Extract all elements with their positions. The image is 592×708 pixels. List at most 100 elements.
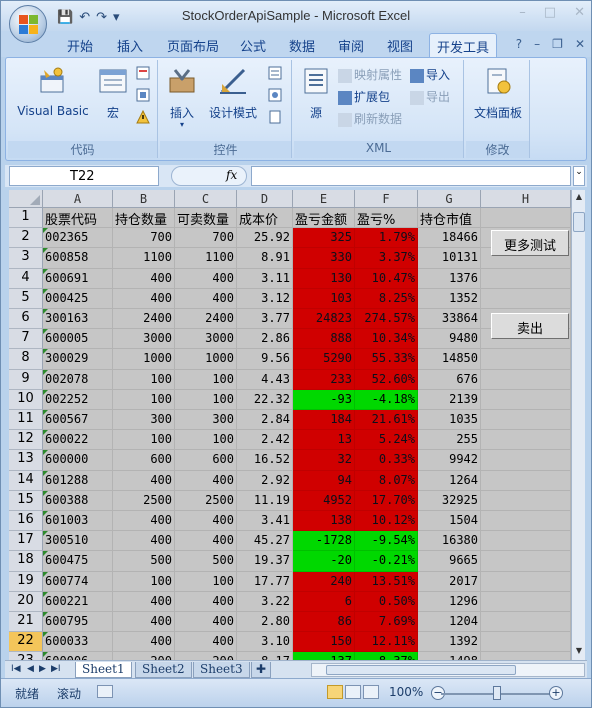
tab-insert[interactable]: 插入 <box>117 36 143 55</box>
table-cell[interactable]: 2139 <box>418 389 481 410</box>
table-cell[interactable]: 13 <box>293 430 355 451</box>
table-cell[interactable]: 150 <box>293 632 355 653</box>
table-cell[interactable]: 6 <box>293 591 355 612</box>
row-header[interactable]: 22 <box>9 632 43 653</box>
table-cell[interactable]: 9.56 <box>237 349 293 370</box>
row-header[interactable]: 11 <box>9 410 43 431</box>
table-cell[interactable]: -137 <box>293 652 355 660</box>
table-cell[interactable]: 18466 <box>418 228 481 249</box>
row-header[interactable]: 10 <box>9 389 43 410</box>
table-cell[interactable]: -8.37% <box>355 652 418 660</box>
table-cell[interactable]: -4.18% <box>355 389 418 410</box>
insert-sheet-icon[interactable]: ✚ <box>251 662 272 678</box>
table-cell[interactable]: 22.32 <box>237 389 293 410</box>
table-cell[interactable]: 600006 <box>43 652 113 660</box>
tab-view[interactable]: 视图 <box>387 36 413 55</box>
table-cell[interactable]: 3000 <box>113 329 175 350</box>
table-cell[interactable]: 16.52 <box>237 450 293 471</box>
header-cell[interactable]: 盈亏% <box>355 208 418 229</box>
table-cell[interactable]: 3.77 <box>237 309 293 330</box>
worksheet-grid[interactable]: ABCDEFGHI1股票代码持仓数量可卖数量成本价盈亏金额盈亏%持仓市值2002… <box>9 190 571 660</box>
table-cell[interactable]: 138 <box>293 511 355 532</box>
row-header[interactable]: 3 <box>9 248 43 269</box>
table-cell[interactable]: 2500 <box>175 490 237 511</box>
table-cell[interactable]: 200 <box>175 652 237 660</box>
table-cell[interactable]: 32925 <box>418 490 481 511</box>
tab-review[interactable]: 审阅 <box>338 36 364 55</box>
table-cell[interactable]: 500 <box>113 551 175 572</box>
table-cell[interactable]: 17.70% <box>355 490 418 511</box>
table-cell[interactable]: -0.21% <box>355 551 418 572</box>
empty-cell[interactable] <box>481 531 571 552</box>
table-cell[interactable]: 400 <box>175 470 237 491</box>
table-cell[interactable]: -1728 <box>293 531 355 552</box>
table-cell[interactable]: 400 <box>175 288 237 309</box>
record-macro-icon[interactable] <box>136 66 150 80</box>
table-cell[interactable]: 9665 <box>418 551 481 572</box>
table-cell[interactable]: 3000 <box>175 329 237 350</box>
table-cell[interactable]: 600 <box>113 450 175 471</box>
row-header[interactable]: 17 <box>9 531 43 552</box>
table-cell[interactable]: 10.34% <box>355 329 418 350</box>
table-cell[interactable]: 13.51% <box>355 571 418 592</box>
empty-cell[interactable] <box>481 369 571 390</box>
table-cell[interactable]: 3.10 <box>237 632 293 653</box>
column-header-f[interactable]: F <box>355 190 418 208</box>
document-panel-button[interactable]: 文档面板 <box>468 64 528 120</box>
empty-cell[interactable] <box>481 612 571 633</box>
prev-sheet-icon[interactable]: ◀ <box>27 664 34 674</box>
table-cell[interactable]: 600000 <box>43 450 113 471</box>
table-cell[interactable]: 10131 <box>418 248 481 269</box>
row-header[interactable]: 23 <box>9 652 43 660</box>
table-cell[interactable]: 3.22 <box>237 591 293 612</box>
row-header[interactable]: 4 <box>9 268 43 289</box>
table-cell[interactable]: 300163 <box>43 309 113 330</box>
row-header[interactable]: 1 <box>9 208 43 229</box>
insert-control-button[interactable]: 插入 ▾ <box>164 64 200 134</box>
column-header-b[interactable]: B <box>113 190 175 208</box>
row-header[interactable]: 18 <box>9 551 43 572</box>
table-cell[interactable]: 55.33% <box>355 349 418 370</box>
first-sheet-icon[interactable]: I◀ <box>11 664 21 674</box>
row-header[interactable]: 19 <box>9 571 43 592</box>
table-cell[interactable]: 130 <box>293 268 355 289</box>
maximize-button[interactable]: □ <box>544 5 556 20</box>
table-cell[interactable]: 601288 <box>43 470 113 491</box>
table-cell[interactable]: 2400 <box>175 309 237 330</box>
table-cell[interactable]: 100 <box>113 571 175 592</box>
table-cell[interactable]: 002365 <box>43 228 113 249</box>
table-cell[interactable]: 700 <box>113 228 175 249</box>
table-cell[interactable]: 400 <box>113 268 175 289</box>
header-cell[interactable]: 持仓市值 <box>418 208 481 229</box>
row-header[interactable]: 8 <box>9 349 43 370</box>
table-cell[interactable]: 1376 <box>418 268 481 289</box>
row-header[interactable]: 16 <box>9 511 43 532</box>
empty-cell[interactable] <box>481 551 571 572</box>
view-code-icon[interactable] <box>268 88 282 102</box>
empty-cell[interactable] <box>481 571 571 592</box>
empty-cell[interactable] <box>481 490 571 511</box>
table-cell[interactable]: 11.19 <box>237 490 293 511</box>
formula-input[interactable] <box>251 166 571 186</box>
table-cell[interactable]: 2.86 <box>237 329 293 350</box>
table-cell[interactable]: 2.84 <box>237 410 293 431</box>
empty-cell[interactable] <box>481 288 571 309</box>
doc-restore-button[interactable]: ❐ <box>552 37 563 51</box>
table-cell[interactable]: 000425 <box>43 288 113 309</box>
header-cell[interactable]: 股票代码 <box>43 208 113 229</box>
table-cell[interactable]: 1504 <box>418 511 481 532</box>
table-cell[interactable]: 12.11% <box>355 632 418 653</box>
table-cell[interactable]: 21.61% <box>355 410 418 431</box>
empty-cell[interactable] <box>481 591 571 612</box>
empty-cell[interactable] <box>481 430 571 451</box>
empty-cell[interactable] <box>481 470 571 491</box>
zoom-in-icon[interactable]: + <box>549 686 563 700</box>
row-header[interactable]: 12 <box>9 430 43 451</box>
table-cell[interactable]: 400 <box>113 531 175 552</box>
table-cell[interactable]: 24823 <box>293 309 355 330</box>
header-cell[interactable]: 持仓数量 <box>113 208 175 229</box>
table-cell[interactable]: 400 <box>175 268 237 289</box>
table-cell[interactable]: 600567 <box>43 410 113 431</box>
insert-function-icon[interactable]: fx <box>226 168 237 182</box>
name-box[interactable]: T22 <box>9 166 159 186</box>
